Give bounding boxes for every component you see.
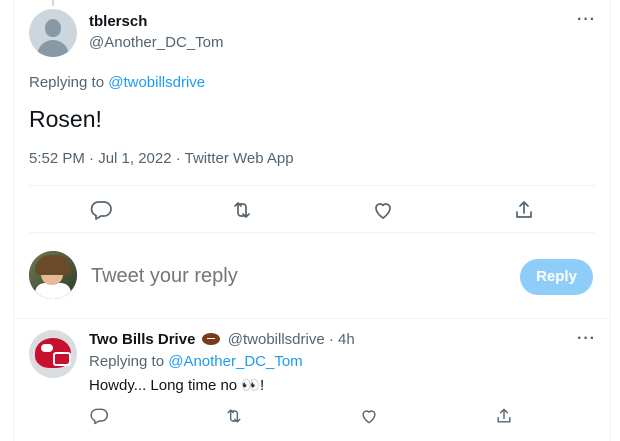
divider	[29, 232, 595, 233]
divider	[29, 185, 595, 186]
reply-icon[interactable]	[89, 406, 109, 426]
retweet-icon[interactable]	[230, 198, 254, 222]
reply-button[interactable]: Reply	[520, 259, 593, 295]
reply-handle-time[interactable]: @twobillsdrive · 4h	[228, 331, 355, 348]
reply-replying-to-link[interactable]: @Another_DC_Tom	[168, 353, 302, 370]
replying-to: Replying to @twobillsdrive	[29, 74, 206, 91]
default-avatar[interactable]	[29, 9, 77, 57]
share-icon[interactable]	[494, 406, 514, 426]
reply-input[interactable]	[91, 265, 491, 288]
reply-author-name[interactable]: Two Bills Drive	[89, 331, 195, 348]
like-icon[interactable]	[371, 198, 395, 222]
tweet-meta[interactable]: 5:52 PM · Jul 1, 2022 · Twitter Web App	[29, 150, 294, 167]
two-bills-drive-avatar[interactable]	[29, 330, 77, 378]
divider	[14, 318, 610, 319]
reply-author: Two Bills Drive @twobillsdrive · 4h	[89, 331, 355, 348]
tweet-text: Rosen!	[29, 106, 102, 132]
reply-replying-to: Replying to @Another_DC_Tom	[89, 353, 303, 370]
author-name[interactable]: tblersch	[89, 13, 147, 30]
reply-text: Howdy... Long time no 👀!	[89, 377, 265, 394]
author-handle[interactable]: @Another_DC_Tom	[89, 34, 223, 51]
retweet-icon[interactable]	[224, 406, 244, 426]
more-icon[interactable]: ···	[577, 330, 596, 348]
football-emoji-icon	[201, 333, 220, 345]
more-icon[interactable]: ···	[577, 11, 596, 29]
reply-icon[interactable]	[89, 198, 113, 222]
thread-connector-line	[52, 0, 54, 6]
user-avatar[interactable]	[29, 251, 77, 299]
like-icon[interactable]	[359, 406, 379, 426]
replying-to-link[interactable]: @twobillsdrive	[108, 74, 205, 91]
share-icon[interactable]	[512, 198, 536, 222]
